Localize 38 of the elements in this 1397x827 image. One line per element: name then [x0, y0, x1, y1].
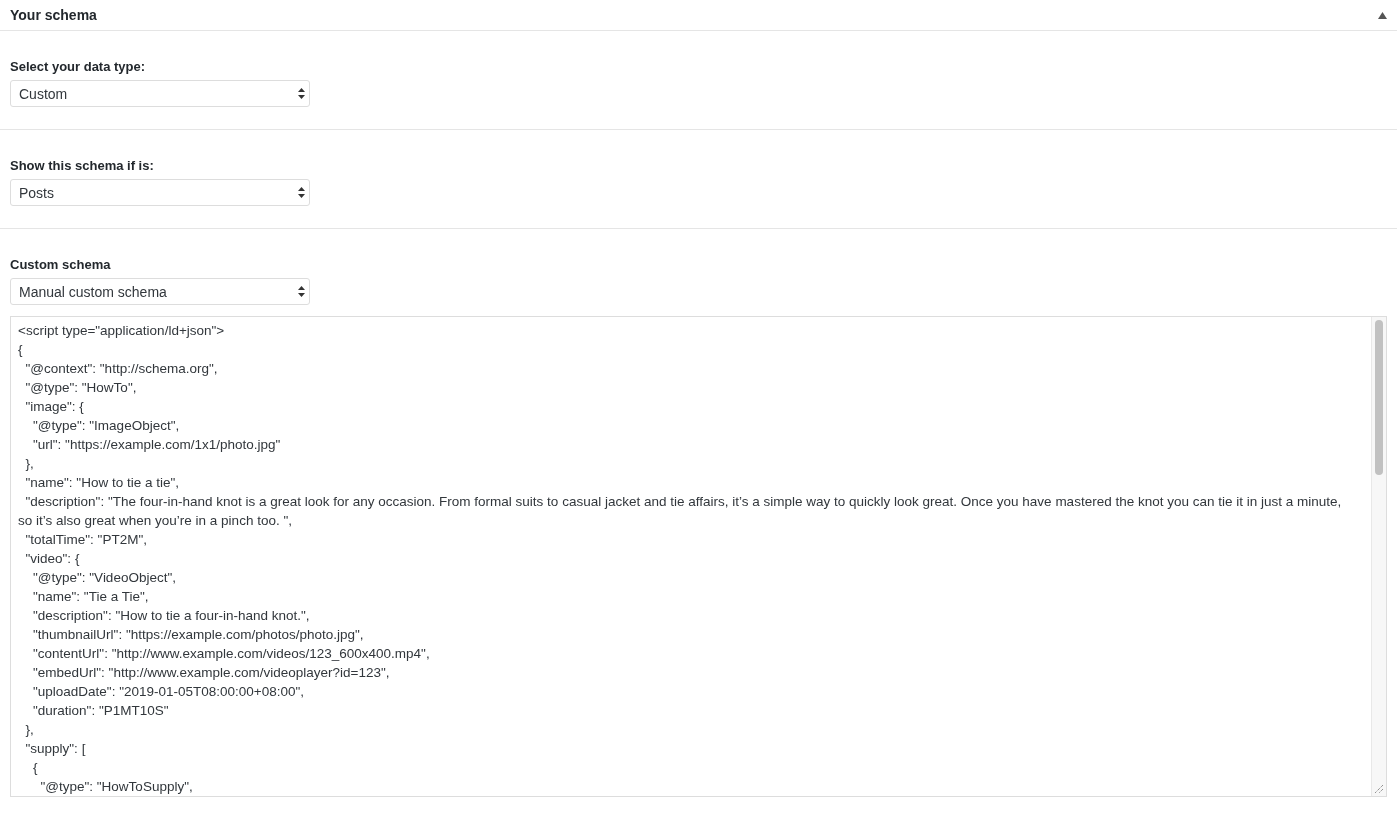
code-line: {: [32, 759, 39, 777]
panel-title: Your schema: [10, 7, 97, 23]
select-dropdown[interactable]: Custom: [10, 80, 310, 107]
code-line: "@type": "HowTo",: [24, 379, 138, 397]
select-dropdown[interactable]: Posts: [10, 179, 310, 206]
code-line: "name": "Tie a Tie",: [32, 588, 150, 606]
code-line: "image": {: [24, 398, 85, 416]
code-line: "video": {: [24, 550, 81, 568]
code-line: "totalTime": "PT2M",: [24, 531, 148, 549]
select-dropdown[interactable]: Manual custom schema: [10, 278, 310, 305]
code-line: "uploadDate": "2019-01-05T08:00:00+08:00",: [32, 683, 305, 701]
code-line: "supply": [: [24, 740, 87, 758]
code-line: <script type="application/ld+json">: [18, 322, 226, 340]
up-down-arrows-icon: [298, 88, 305, 99]
code-line: "@type": "ImageObject",: [32, 417, 181, 435]
code-line: "contentUrl": "http://www.example.com/videos/123_600x400.mp4",: [32, 645, 431, 663]
code-line: {: [18, 341, 24, 359]
code-line: "duration": "P1MT10S": [32, 702, 170, 720]
code-line: },: [24, 721, 35, 739]
code-line: "@type": "HowToSupply",: [39, 778, 194, 796]
up-down-arrows-icon: [298, 187, 305, 198]
code-line: "name": "How to tie a tie",: [24, 474, 180, 492]
up-down-arrows-icon: [298, 286, 305, 297]
code-line: "url": "https://example.com/1x1/photo.jpg": [32, 436, 282, 454]
code-line: "thumbnailUrl": "https://example.com/photos/photo.jpg",: [32, 626, 365, 644]
code-textarea[interactable]: [10, 316, 1387, 797]
code-line: "description": "The four-in-hand knot is a great look for any occasion. From formal suits to casual jacket and tie affairs, it’s a simple way to quickly look great. Once you have mastered the knot you can tie it in just a minute, so it’s also great when you’re in a pinch too. ",: [18, 493, 1343, 530]
code-line: "description": "How to tie a four-in-hand knot.",: [32, 607, 311, 625]
resize-grip-icon[interactable]: [1374, 784, 1383, 793]
field-label: Select your data type:: [10, 59, 147, 74]
code-line: },: [24, 455, 35, 473]
scrollbar[interactable]: [1371, 317, 1386, 796]
code-line: "embedUrl": "http://www.example.com/videoplayer?id=123",: [32, 664, 391, 682]
field-label: Show this schema if is:: [10, 158, 155, 173]
code-line: "@type": "VideoObject",: [32, 569, 177, 587]
collapse-triangle-icon[interactable]: [1378, 11, 1387, 19]
field-label: Custom schema: [10, 257, 112, 272]
code-line: "@context": "http://schema.org",: [24, 360, 219, 378]
